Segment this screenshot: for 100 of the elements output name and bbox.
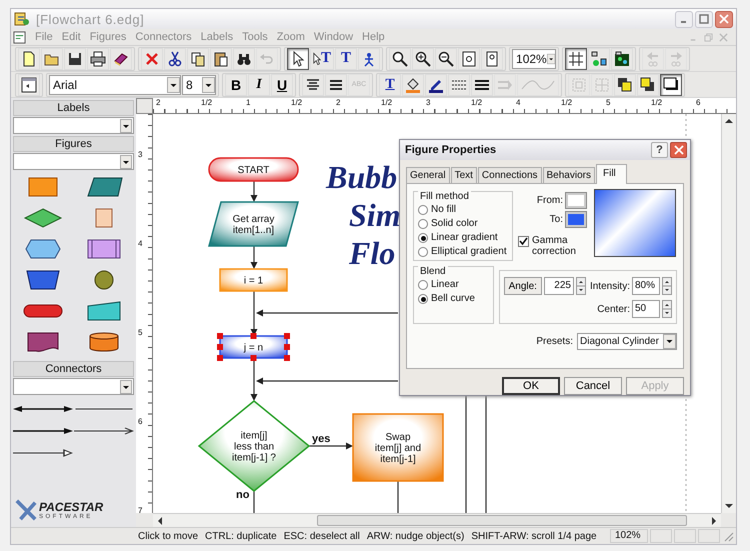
scroll-thumb[interactable] xyxy=(317,515,687,526)
italic-button[interactable]: I xyxy=(248,74,270,96)
vertical-scrollbar[interactable] xyxy=(721,114,736,513)
panel-header[interactable]: Labels xyxy=(13,100,134,116)
open-arrow-line-icon[interactable] xyxy=(74,425,134,437)
underline-button[interactable]: U xyxy=(271,74,293,96)
flowchart-title: Sim xyxy=(349,197,401,233)
hexagon-figure-icon[interactable] xyxy=(23,238,64,260)
close-button[interactable] xyxy=(670,142,687,158)
bold-button[interactable]: B xyxy=(225,74,247,96)
angle-button[interactable]: Angle: xyxy=(504,277,542,295)
diamond-figure-icon[interactable] xyxy=(23,207,64,229)
radio-option[interactable]: No fill xyxy=(418,204,508,216)
group-title: Blend xyxy=(418,266,448,277)
connector-line[interactable] xyxy=(397,481,399,513)
radio-button[interactable] xyxy=(418,219,428,229)
angle-field[interactable]: 225 xyxy=(544,277,574,295)
panel-header[interactable]: Connectors xyxy=(13,361,134,377)
connector-arrow[interactable] xyxy=(250,181,258,202)
decision-shape[interactable] xyxy=(198,400,310,492)
ruler-label: 5 xyxy=(606,98,610,107)
caret-icon[interactable] xyxy=(120,154,132,168)
process-shape[interactable] xyxy=(352,413,444,482)
edge-label: yes xyxy=(312,433,330,445)
zoom-dropdown[interactable]: 102% xyxy=(512,48,556,68)
ruler-label: 3 xyxy=(426,98,430,107)
center-label: Center: xyxy=(597,304,630,314)
connector-arrow[interactable] xyxy=(256,378,398,384)
to-label: To: xyxy=(550,214,563,225)
spin-buttons[interactable] xyxy=(662,300,672,318)
intensity-field[interactable]: 80% xyxy=(632,277,660,295)
ruler-label: 6 xyxy=(696,98,700,107)
text-color-button[interactable]: T xyxy=(379,74,401,96)
dialog-button[interactable]: OK xyxy=(502,377,560,395)
help-button[interactable]: ? xyxy=(651,142,668,158)
connector-arrow[interactable] xyxy=(256,310,398,316)
caret-icon[interactable] xyxy=(120,380,132,394)
ruler-label: 3 xyxy=(138,150,142,159)
dialog-button[interactable]: Cancel xyxy=(564,377,622,395)
group-title: Fill method xyxy=(418,191,471,202)
ruler-label: 1/2 xyxy=(291,98,302,107)
ruler-label: 5 xyxy=(138,328,142,337)
radio-button[interactable] xyxy=(418,280,428,290)
hollow-arrow-line-icon[interactable] xyxy=(13,447,74,459)
ruler-label: 4 xyxy=(138,239,142,248)
connector-arrow[interactable] xyxy=(250,358,258,401)
status-hint: Click to move xyxy=(138,530,198,542)
caret-icon[interactable] xyxy=(202,76,215,92)
horizontal-scrollbar[interactable] xyxy=(153,513,721,527)
radio-option[interactable]: Linear gradient xyxy=(418,232,508,244)
shape-label: START xyxy=(238,165,270,176)
text-tool-button[interactable]: T xyxy=(335,48,358,70)
data-shape[interactable] xyxy=(208,201,299,247)
caret-icon[interactable] xyxy=(663,334,676,349)
radio-button[interactable] xyxy=(418,205,428,215)
ruler-label: 1/2 xyxy=(651,98,662,107)
maximize-button[interactable] xyxy=(695,10,713,28)
arrow-line-icon[interactable] xyxy=(13,425,74,437)
caret-icon[interactable] xyxy=(120,118,132,132)
radio-button[interactable] xyxy=(418,294,428,304)
pointer-icon[interactable] xyxy=(313,52,321,66)
color-swatch[interactable] xyxy=(566,212,586,227)
tab[interactable]: General xyxy=(406,167,450,183)
connector-arrow[interactable] xyxy=(309,442,353,450)
font-size-dropdown[interactable]: 8 xyxy=(182,74,216,94)
connector-arrow[interactable] xyxy=(250,291,258,336)
terminal-shape[interactable] xyxy=(208,157,299,182)
radio-button[interactable] xyxy=(418,247,428,257)
tab[interactable]: Text xyxy=(450,167,477,183)
presets-dropdown[interactable]: Diagonal Cylinder xyxy=(577,333,677,350)
tab[interactable]: Fill xyxy=(596,164,627,184)
spin-buttons[interactable] xyxy=(662,277,672,295)
text-pointer-button[interactable]: T xyxy=(310,48,334,70)
caret-icon[interactable] xyxy=(167,76,180,92)
maximize-icon[interactable] xyxy=(699,14,709,24)
panel-header[interactable]: Figures xyxy=(13,136,134,152)
connector-arrow[interactable] xyxy=(250,246,258,269)
tab[interactable]: Connections xyxy=(478,167,542,183)
radio-option[interactable]: Bell curve xyxy=(418,293,489,305)
radio-option[interactable]: Solid color xyxy=(418,218,508,230)
radio-option[interactable]: Linear xyxy=(418,279,489,291)
radio-option[interactable]: Elliptical gradient xyxy=(418,246,508,258)
resize-grip-icon[interactable] xyxy=(722,530,734,542)
tab[interactable]: Behaviors xyxy=(542,167,595,183)
color-swatch[interactable] xyxy=(566,193,586,208)
check-box-icon[interactable] xyxy=(518,236,529,247)
radio-button[interactable] xyxy=(418,233,428,243)
minimize-button[interactable] xyxy=(675,10,693,28)
zoom-level: 102% xyxy=(610,529,648,543)
close-button[interactable] xyxy=(715,10,733,28)
gamma-checkbox[interactable]: Gamma correction xyxy=(518,235,586,257)
spin-buttons[interactable] xyxy=(576,277,586,295)
ruler-label: 1/2 xyxy=(471,98,482,107)
center-field[interactable]: 50 xyxy=(632,300,660,318)
ruler-label: 1 xyxy=(246,98,250,107)
double-arrow-line-icon[interactable] xyxy=(13,403,74,415)
app-icon xyxy=(14,11,30,27)
document-icon[interactable] xyxy=(13,30,26,44)
connector-line[interactable] xyxy=(253,491,255,513)
font-dropdown[interactable]: Arial xyxy=(49,74,181,94)
